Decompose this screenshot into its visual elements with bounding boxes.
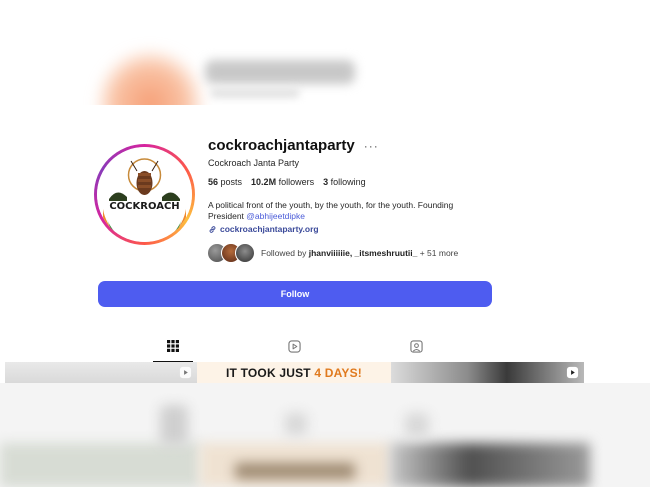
follower-avatar — [235, 243, 255, 263]
blurred-background-header — [0, 0, 650, 105]
avatar-image: COCKROACH JANTA PARTY — [97, 147, 192, 242]
bio-mention-link[interactable]: @abhijeetdipke — [246, 211, 305, 221]
logo-text-line1: COCKROACH — [109, 201, 179, 212]
blurred-shape — [285, 413, 307, 435]
followed-by-text: Followed by jhanviiiiiie, _itsmeshruutii… — [261, 248, 458, 258]
profile-website[interactable]: cockroachjantaparty.org — [208, 224, 319, 234]
blurred-shape — [405, 413, 429, 437]
blurred-username — [205, 60, 355, 84]
post-2-caption: IT TOOK JUST 4 DAYS! — [226, 366, 362, 380]
followers-stat[interactable]: 10.2M followers — [251, 177, 314, 187]
posts-label: posts — [220, 177, 243, 187]
grid-post-3[interactable] — [391, 362, 584, 383]
post-2-caption-prefix: IT TOOK JUST — [225, 365, 315, 380]
reels-icon — [287, 340, 301, 353]
grid-post-2[interactable]: IT TOOK JUST 4 DAYS! — [197, 362, 391, 383]
following-label: following — [330, 177, 366, 187]
following-count: 3 — [323, 177, 329, 187]
blurred-avatar — [95, 48, 205, 105]
post-2-caption-accent: 4 DAYS! — [314, 365, 363, 380]
posts-stat: 56 posts — [208, 177, 242, 187]
blurred-shape — [390, 443, 590, 487]
following-stat[interactable]: 3 following — [323, 177, 366, 187]
profile-tabs — [98, 334, 492, 362]
grid-post-1[interactable] — [5, 362, 197, 383]
tagged-icon — [409, 340, 423, 353]
followers-label: followers — [278, 177, 315, 187]
logo-text-line2: JANTA PARTY — [118, 213, 171, 221]
followers-count: 10.2M — [251, 177, 277, 187]
followed-by-suffix: + 51 more — [417, 248, 459, 258]
profile-stats: 56 posts 10.2M followers 3 following — [208, 177, 366, 187]
blurred-background-footer — [0, 383, 650, 487]
followed-by-names[interactable]: jhanviiiiiie, _itsmeshruutii_ — [309, 248, 418, 258]
more-options-icon[interactable]: ··· — [364, 139, 379, 153]
blurred-shape — [235, 463, 355, 479]
profile-username: cockroachjantaparty — [208, 137, 355, 154]
followed-by-prefix: Followed by — [261, 248, 309, 258]
website-link[interactable]: cockroachjantaparty.org — [220, 224, 319, 234]
reel-badge-icon — [179, 366, 192, 379]
follow-button[interactable]: Follow — [98, 281, 492, 307]
link-icon — [209, 225, 216, 233]
followed-by-row[interactable]: Followed by jhanviiiiiie, _itsmeshruutii… — [207, 243, 458, 263]
reel-badge-icon — [566, 366, 579, 379]
tab-tagged[interactable] — [396, 340, 436, 362]
profile-full-name: Cockroach Janta Party — [208, 158, 300, 168]
bio-text: A political front of the youth, by the y… — [208, 200, 454, 221]
tab-posts[interactable] — [153, 340, 193, 362]
blurred-shape — [160, 405, 188, 445]
party-logo: COCKROACH JANTA PARTY — [97, 147, 192, 242]
blurred-subtitle — [210, 88, 300, 98]
tab-reels[interactable] — [274, 340, 314, 362]
profile-bio: A political front of the youth, by the y… — [208, 200, 488, 222]
blurred-shape — [0, 443, 200, 487]
posts-count: 56 — [208, 177, 219, 187]
profile-avatar[interactable]: COCKROACH JANTA PARTY — [94, 144, 195, 245]
username-row: cockroachjantaparty ··· — [208, 137, 379, 154]
grid-icon — [167, 340, 179, 352]
